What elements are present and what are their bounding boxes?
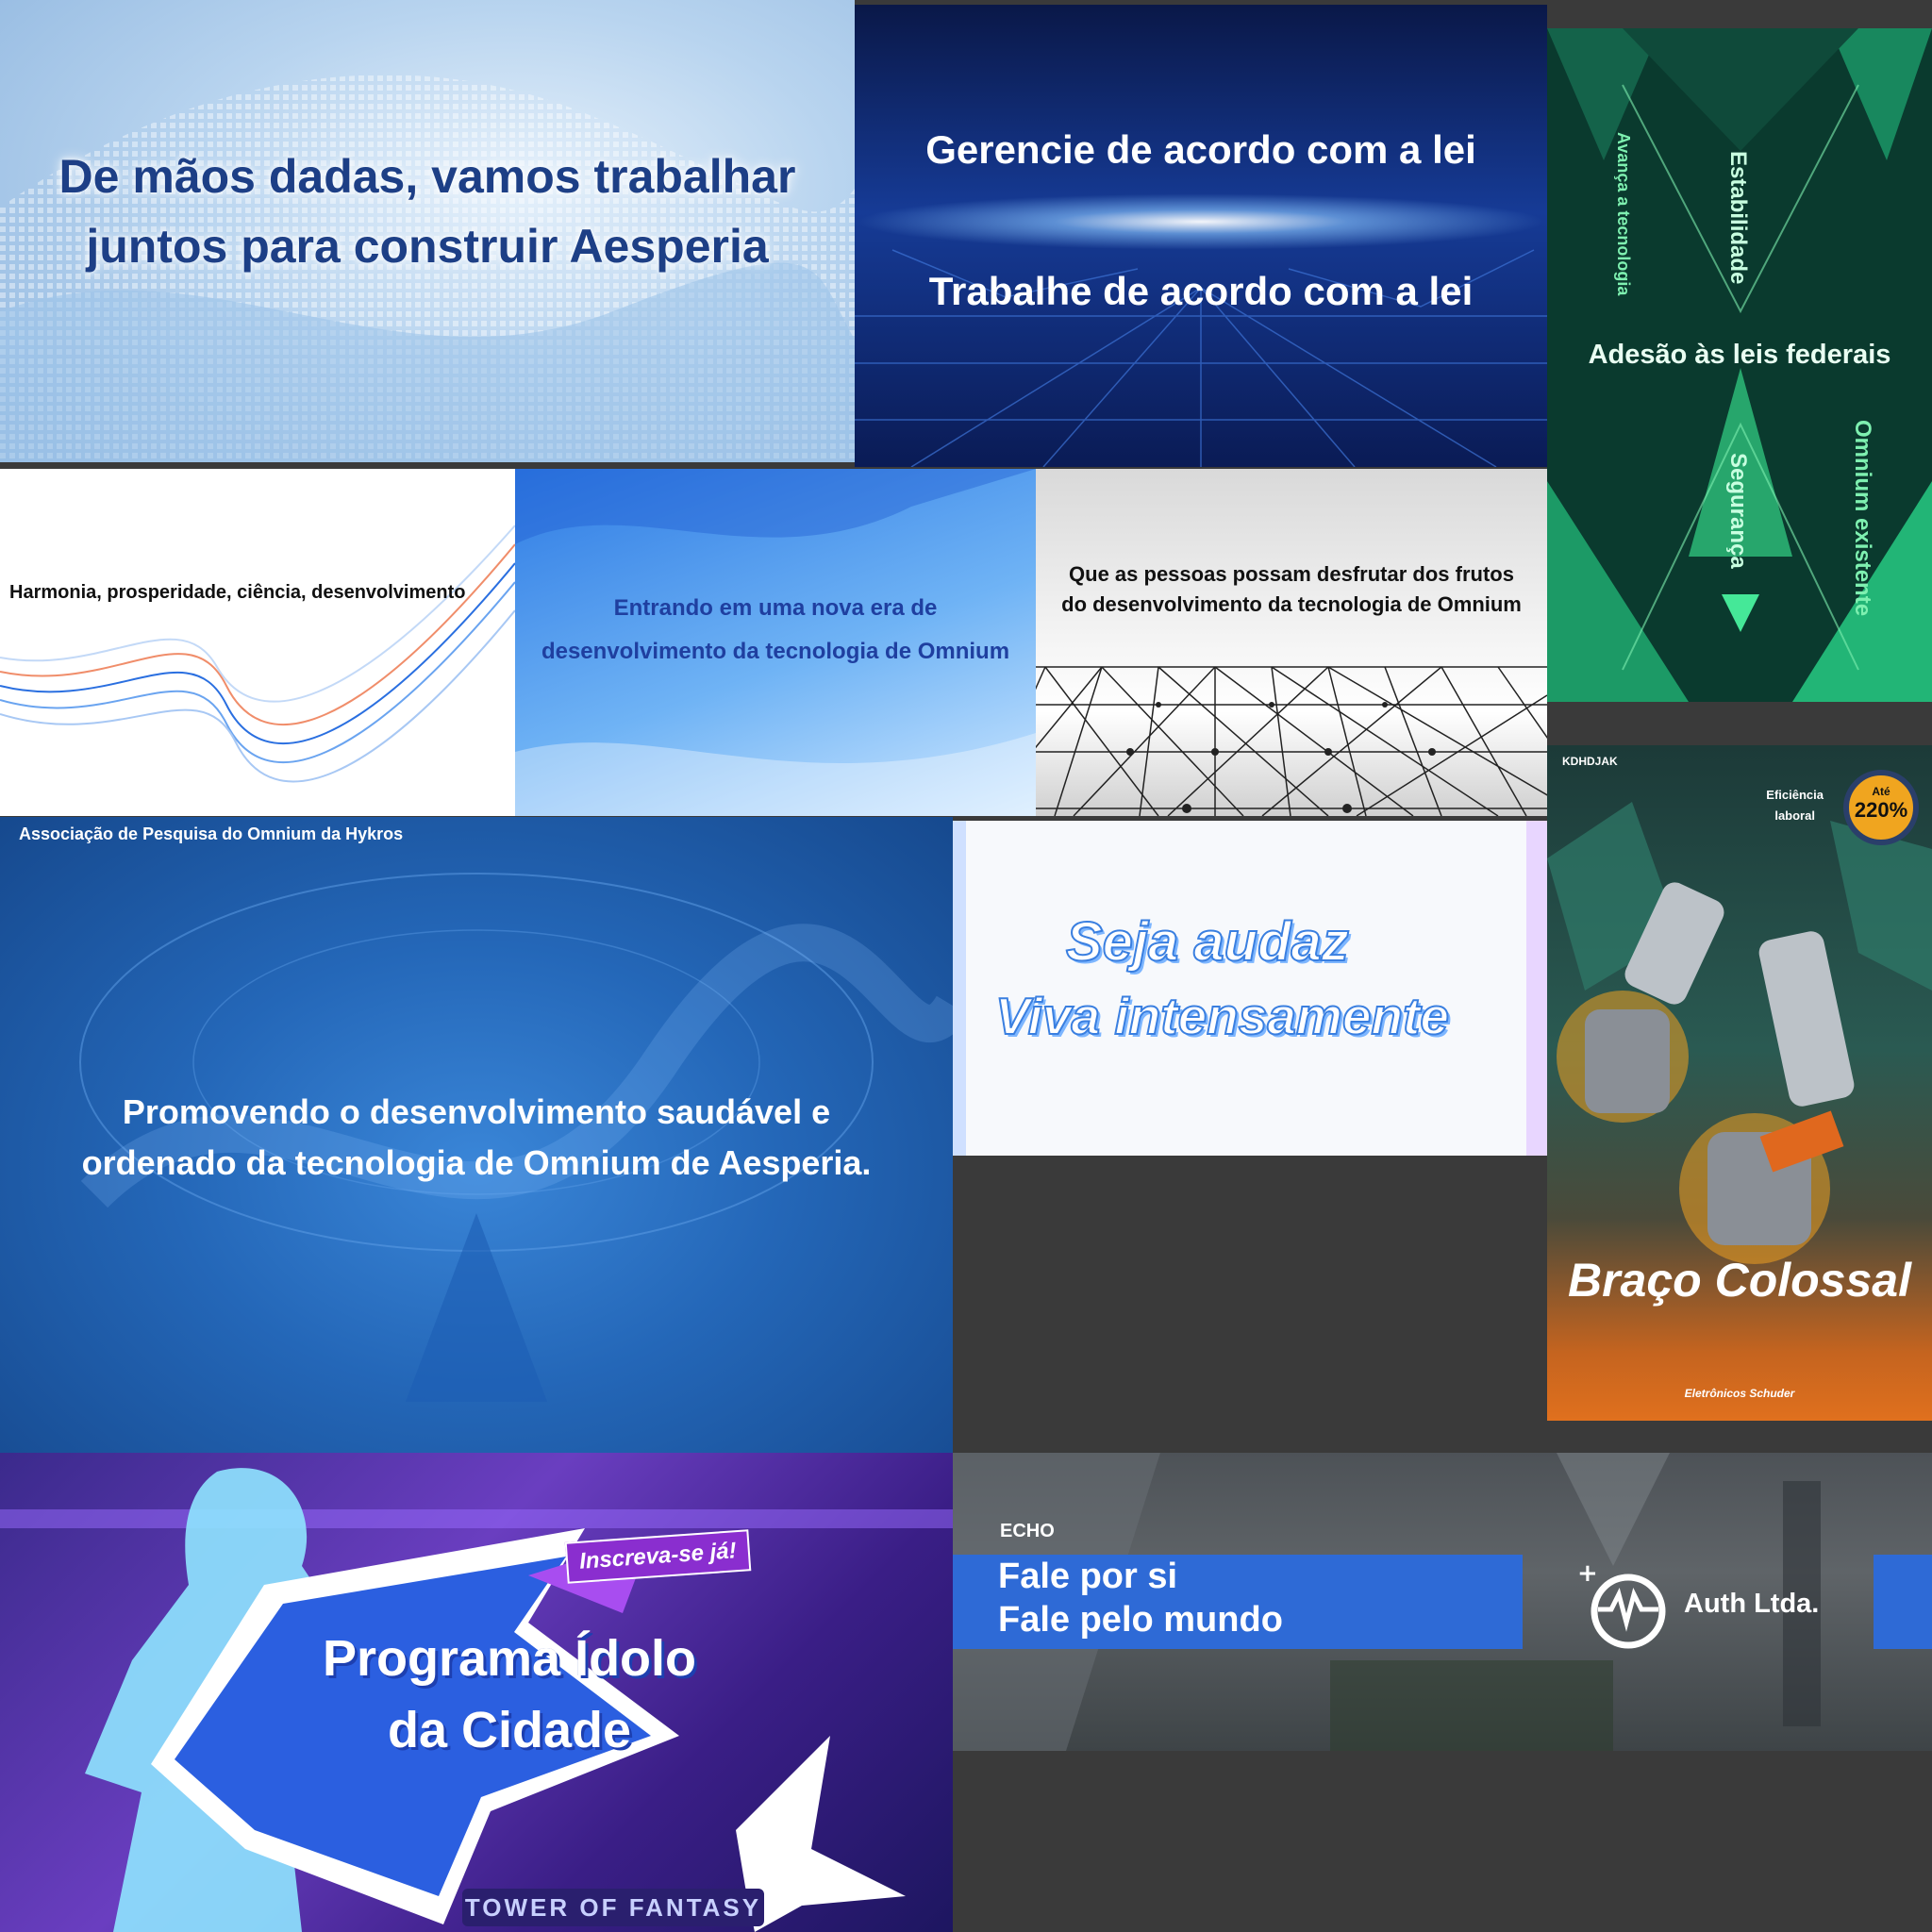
banner-hykros-association: Associação de Pesquisa do Omnium da Hykr…	[0, 817, 953, 1453]
association-header: Associação de Pesquisa do Omnium da Hykr…	[19, 824, 404, 843]
ribbon-art	[0, 525, 515, 783]
slogan-line-1: Fale por si	[998, 1557, 1178, 1596]
auth-company-name: Auth Ltda.	[1684, 1589, 1820, 1619]
federal-laws-heading: Adesão às leis federais	[1588, 340, 1891, 370]
new-era-text: Entrando em uma nova era de desenvolvime…	[541, 595, 1010, 664]
light-beam	[855, 193, 1547, 250]
banner-title: De mãos dadas, vamos trabalhar juntos pa…	[58, 150, 796, 273]
vertical-text-right: Omnium existente	[1850, 420, 1875, 617]
company-name: Eletrônicos Schuder	[1684, 1387, 1795, 1400]
live-intensely-text: Viva intensamente	[994, 986, 1450, 1046]
vertical-text-bottom: Segurança	[1725, 453, 1751, 569]
poster-colossal-arm: KDHDJAK Eficiência laboral Até 220% Braç…	[1547, 745, 1932, 1421]
banner-enjoy-fruits: Que as pessoas possam desfrutar dos frut…	[1036, 469, 1547, 816]
efficiency-badge: Até 220%	[1843, 770, 1919, 845]
svg-text:+: +	[1577, 1559, 1598, 1588]
banner-build-aesperia: De mãos dadas, vamos trabalhar juntos pa…	[0, 0, 855, 462]
banner-city-idol: Inscreva-se já! Programa Ídolo da Cidade…	[0, 1453, 953, 1932]
left-strip	[953, 821, 966, 1156]
law-line-1: Gerencie de acordo com a lei	[925, 127, 1476, 172]
auth-logo-icon: +	[1577, 1559, 1666, 1649]
efficiency-label: Eficiência laboral	[1766, 788, 1824, 823]
enjoy-fruits-text: Que as pessoas possam desfrutar dos frut…	[1061, 562, 1522, 616]
banner-new-era: Entrando em uma nova era de desenvolvime…	[515, 469, 1036, 816]
product-name: Braço Colossal	[1567, 1254, 1911, 1307]
banner-echo: ECHO Fale por si Fale pelo mundo + Auth …	[953, 1453, 1932, 1751]
vertical-text-left: Avança a tecnologia	[1614, 132, 1633, 296]
game-logo: TOWER OF FANTASY	[462, 1889, 764, 1926]
be-bold-text: Seja audaz	[1065, 910, 1350, 974]
right-strip	[1526, 821, 1547, 1156]
vertical-text-top: Estabilidade	[1725, 151, 1751, 285]
brand-label: KDHDJAK	[1562, 755, 1618, 768]
banner-be-bold: Seja audaz Viva intensamente	[953, 821, 1547, 1156]
right-accent-bar	[1874, 1555, 1932, 1649]
triangle-grid-art	[1036, 666, 1547, 816]
association-text: Promovendo o desenvolvimento saudável e …	[81, 1092, 872, 1182]
harmony-text: Harmonia, prosperidade, ciência, desenvo…	[9, 582, 466, 603]
idol-program-title: Programa Ídolo da Cidade	[322, 1630, 697, 1758]
slogan-line-2: Fale pelo mundo	[998, 1600, 1283, 1640]
robot-arms-art	[1547, 802, 1932, 1264]
echo-label: ECHO	[1000, 1521, 1055, 1541]
banner-federal-laws: Avança a tecnologia Estabilidade Adesão …	[1547, 28, 1932, 702]
banner-harmony: Harmonia, prosperidade, ciência, desenvo…	[0, 469, 515, 816]
law-line-2: Trabalhe de acordo com a lei	[928, 269, 1474, 313]
banner-law: Gerencie de acordo com a lei Trabalhe de…	[855, 5, 1547, 467]
